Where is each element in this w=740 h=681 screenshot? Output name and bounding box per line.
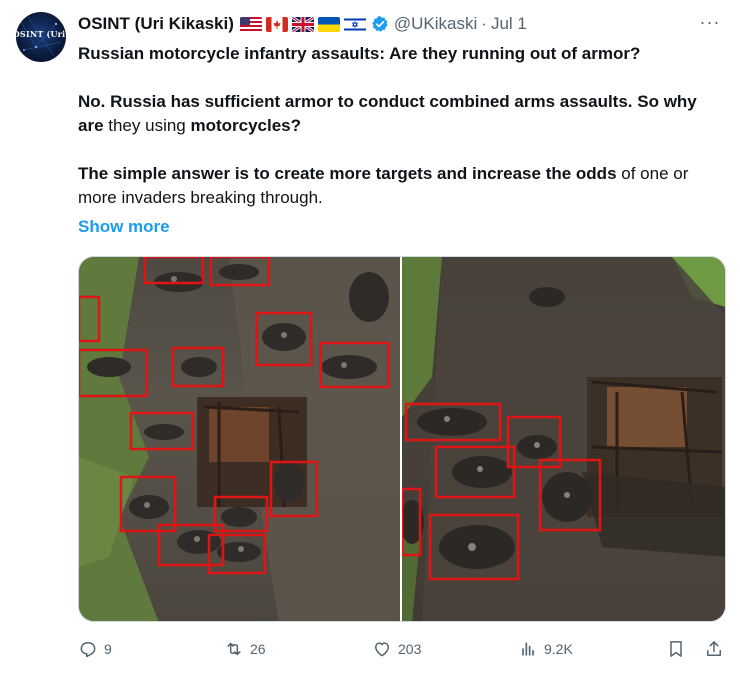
tweet-text: Russian motorcycle infantry assaults: Ar… (78, 42, 726, 210)
tweet-date[interactable]: Jul 1 (491, 14, 527, 34)
repost-icon (227, 642, 241, 656)
ukraine-flag-icon (317, 16, 340, 32)
p2-normal: they using (103, 116, 191, 135)
photo-right[interactable] (402, 257, 725, 621)
drone-photo-right (402, 257, 725, 621)
us-flag-icon (239, 16, 262, 32)
flag-emojis (239, 16, 366, 32)
more-menu-icon[interactable]: ··· (696, 12, 724, 36)
reply-button[interactable]: 9 (78, 636, 112, 662)
israel-flag-icon (343, 16, 366, 32)
p2-bold-b: motorcycles? (190, 116, 302, 135)
views-count: 9.2K (544, 641, 573, 657)
share-icon (707, 641, 721, 656)
tweet-paragraph-2: No. Russia has sufficient armor to condu… (78, 90, 726, 138)
repost-count: 26 (250, 641, 266, 657)
tweet-title: Russian motorcycle infantry assaults: Ar… (78, 44, 641, 63)
tweet-header: OSINT (Uri Kikaski) @UKikaski · Jul 1 ··… (78, 12, 724, 36)
share-button[interactable] (704, 636, 724, 662)
uk-flag-icon (291, 16, 314, 32)
bookmark-icon (670, 641, 682, 657)
repost-button[interactable]: 26 (224, 636, 266, 662)
bookmark-button[interactable] (666, 636, 686, 662)
like-count: 203 (398, 641, 422, 657)
tweet-media[interactable] (78, 256, 726, 622)
like-button[interactable]: 203 (372, 636, 421, 662)
reply-icon (80, 642, 96, 658)
tweet-card[interactable]: OSINT (Uri) OSINT (Uri Kikaski) (0, 0, 740, 681)
author-handle[interactable]: @UKikaski (394, 14, 477, 34)
photo-left[interactable] (79, 257, 400, 621)
views-icon (522, 642, 534, 656)
canada-flag-icon (265, 16, 288, 32)
heart-icon (375, 642, 389, 657)
show-more-link[interactable]: Show more (78, 217, 170, 237)
header-separator: · (481, 14, 487, 33)
tweet-paragraph-3: The simple answer is to create more targ… (78, 162, 726, 210)
reply-count: 9 (104, 641, 112, 657)
p3-bold: The simple answer is to create more targ… (78, 164, 617, 183)
avatar-network-graphic (20, 16, 62, 57)
display-name[interactable]: OSINT (Uri Kikaski) (78, 14, 234, 34)
verified-badge-icon (371, 15, 389, 33)
avatar[interactable]: OSINT (Uri) (16, 12, 66, 62)
drone-photo-left (79, 257, 400, 621)
tweet-actions: 9 26 203 9.2K (78, 636, 726, 662)
views-button[interactable]: 9.2K (518, 636, 573, 662)
